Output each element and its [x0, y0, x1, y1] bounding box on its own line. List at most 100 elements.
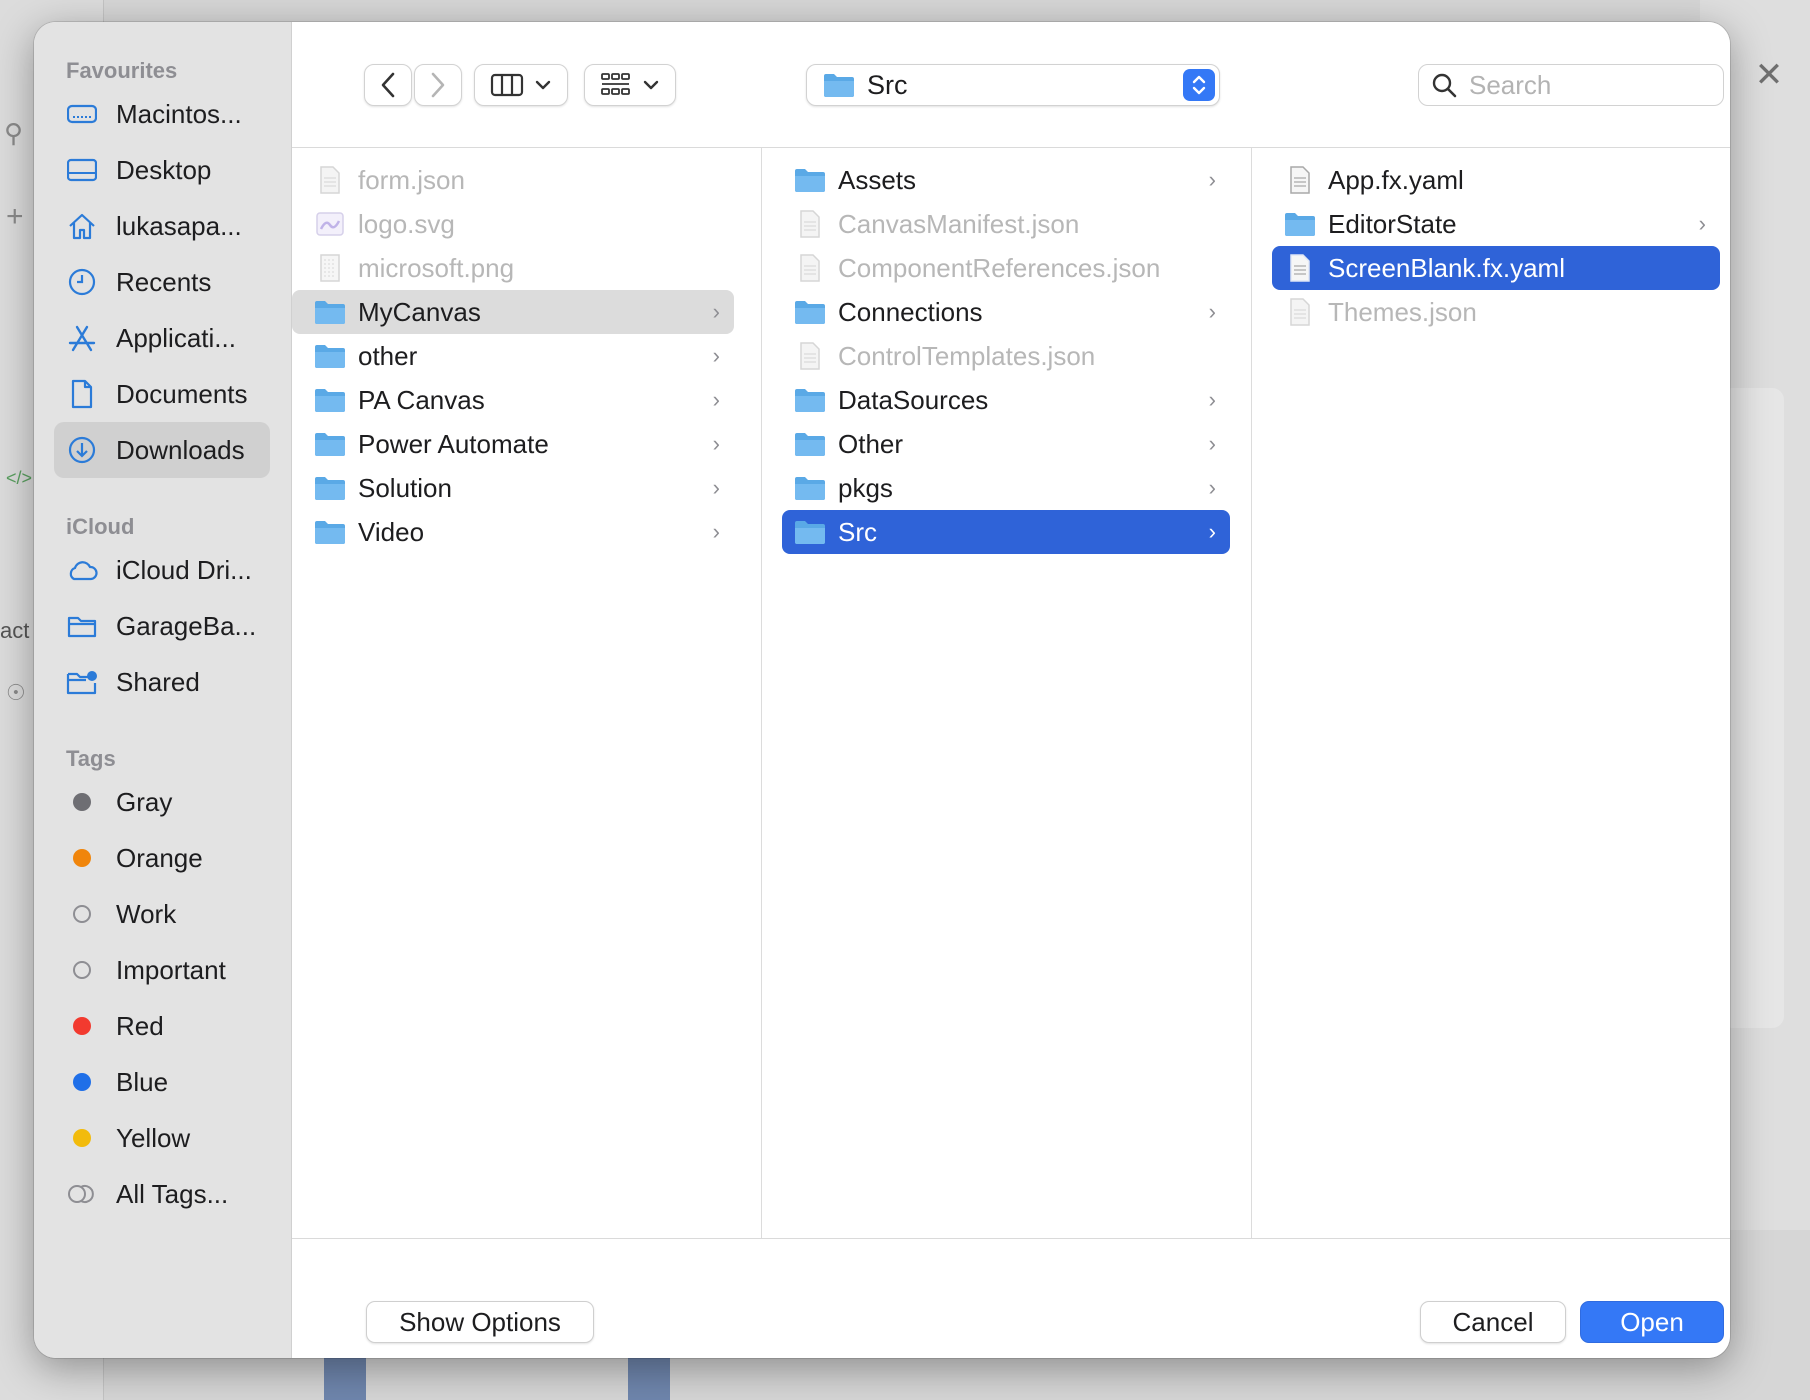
sidebar-item-garageband[interactable]: GarageBa... [54, 598, 270, 654]
view-mode-button[interactable] [474, 64, 568, 106]
tag-red[interactable]: Red [54, 998, 270, 1054]
file-row[interactable]: microsoft.png [302, 246, 742, 290]
file-row[interactable]: Themes.json [1272, 290, 1720, 334]
folder-icon [314, 384, 346, 416]
background-bar [324, 1352, 366, 1400]
folder-row[interactable]: Connections › [782, 290, 1230, 334]
file-name: Themes.json [1328, 296, 1477, 327]
folder-row[interactable]: Power Automate › [292, 422, 734, 466]
tag-label: Orange [116, 842, 203, 873]
search-input[interactable] [1469, 69, 1709, 101]
back-button[interactable] [364, 64, 412, 106]
folder-name: Solution [358, 472, 452, 503]
folder-row[interactable]: other › [292, 334, 734, 378]
chevron-right-icon: › [712, 343, 720, 368]
tag-label: Red [116, 1010, 164, 1041]
background-close-icon[interactable]: ✕ [1752, 58, 1786, 92]
all-tags-icon [66, 1178, 98, 1210]
sidebar-item-label: Shared [116, 666, 200, 697]
yellow-dot-icon [73, 1129, 91, 1147]
show-options-button[interactable]: Show Options [366, 1301, 594, 1343]
hollow-dot-icon [73, 905, 91, 923]
tag-important[interactable]: Important [54, 942, 270, 998]
folder-row[interactable]: PA Canvas › [292, 378, 734, 422]
folder-name: EditorState [1328, 208, 1457, 239]
folder-row[interactable]: Solution › [292, 466, 734, 510]
sidebar-item-label: iCloud Dri... [116, 554, 252, 585]
sidebar-item-label: Downloads [116, 434, 245, 465]
home-icon [66, 210, 98, 242]
sidebar: Favourites Macintos... Desktop lukasapa.… [34, 22, 292, 1358]
group-button[interactable] [584, 64, 676, 106]
favourites-heading: Favourites [66, 58, 178, 83]
chevron-down-icon [535, 80, 551, 90]
file-row[interactable]: logo.svg [302, 202, 742, 246]
chevron-right-icon: › [712, 387, 720, 412]
sidebar-item-shared[interactable]: Shared [54, 654, 270, 710]
document-icon [66, 378, 98, 410]
applications-icon [66, 322, 98, 354]
tag-blue[interactable]: Blue [54, 1054, 270, 1110]
file-row[interactable]: form.json [302, 158, 742, 202]
folder-row[interactable]: EditorState › [1272, 202, 1720, 246]
chevron-right-icon: › [712, 519, 720, 544]
folder-icon [794, 516, 826, 548]
cancel-button[interactable]: Cancel [1420, 1301, 1566, 1343]
tag-label: Work [116, 898, 177, 929]
tag-all-tags[interactable]: All Tags... [54, 1166, 270, 1222]
folder-row[interactable]: pkgs › [782, 466, 1230, 510]
sidebar-item-downloads[interactable]: Downloads [54, 422, 270, 478]
toolbar: Src [292, 22, 1730, 148]
sidebar-item-home[interactable]: lukasapa... [54, 198, 270, 254]
folder-icon [314, 340, 346, 372]
tag-yellow[interactable]: Yellow [54, 1110, 270, 1166]
browser-column-1: form.json logo.svg microsoft.png MyCanva… [292, 148, 762, 1238]
document-file-icon [794, 340, 826, 372]
sidebar-item-icloud-drive[interactable]: iCloud Dri... [54, 542, 270, 598]
chevron-right-icon: › [1698, 211, 1706, 236]
chevron-right-icon: › [1208, 431, 1216, 456]
clock-icon [66, 266, 98, 298]
folder-row[interactable]: Src › [782, 510, 1230, 554]
sidebar-item-label: Recents [116, 266, 212, 297]
file-row[interactable]: ScreenBlank.fx.yaml [1272, 246, 1720, 290]
sidebar-item-desktop[interactable]: Desktop [54, 142, 270, 198]
hollow-dot-icon [73, 961, 91, 979]
folder-row[interactable]: Assets › [782, 158, 1230, 202]
file-row[interactable]: ControlTemplates.json [782, 334, 1230, 378]
search-field[interactable] [1418, 64, 1724, 106]
folder-name: pkgs [838, 472, 893, 503]
sidebar-item-macintosh[interactable]: Macintos... [54, 86, 270, 142]
file-name: ControlTemplates.json [838, 340, 1096, 371]
tag-orange[interactable]: Orange [54, 830, 270, 886]
file-row[interactable]: ComponentReferences.json [782, 246, 1230, 290]
tag-gray[interactable]: Gray [54, 774, 270, 830]
file-name: logo.svg [358, 208, 455, 239]
dialog-footer: Show Options Cancel Open [292, 1238, 1730, 1358]
file-row[interactable]: App.fx.yaml [1272, 158, 1720, 202]
open-file-dialog: Favourites Macintos... Desktop lukasapa.… [34, 22, 1730, 1358]
document-file-icon [794, 252, 826, 284]
tag-label: Important [116, 954, 226, 985]
sidebar-item-applications[interactable]: Applicati... [54, 310, 270, 366]
folder-name: Video [358, 516, 425, 547]
sidebar-item-documents[interactable]: Documents [54, 366, 270, 422]
forward-button[interactable] [414, 64, 462, 106]
tag-label: Yellow [116, 1122, 191, 1153]
file-row[interactable]: CanvasManifest.json [782, 202, 1230, 246]
tag-work[interactable]: Work [54, 886, 270, 942]
open-button[interactable]: Open [1580, 1301, 1724, 1343]
shared-folder-icon [66, 666, 98, 698]
document-file-icon [1284, 252, 1316, 284]
folder-row[interactable]: Other › [782, 422, 1230, 466]
folder-row[interactable]: DataSources › [782, 378, 1230, 422]
folder-icon [824, 74, 854, 97]
icloud-heading: iCloud [66, 514, 135, 539]
folder-row[interactable]: Video › [292, 510, 734, 554]
sidebar-item-recents[interactable]: Recents [54, 254, 270, 310]
tag-label: Gray [116, 786, 173, 817]
folder-name: Power Automate [358, 428, 549, 459]
folder-icon [794, 296, 826, 328]
folder-row[interactable]: MyCanvas › [292, 290, 734, 334]
path-popup[interactable]: Src [806, 64, 1220, 106]
